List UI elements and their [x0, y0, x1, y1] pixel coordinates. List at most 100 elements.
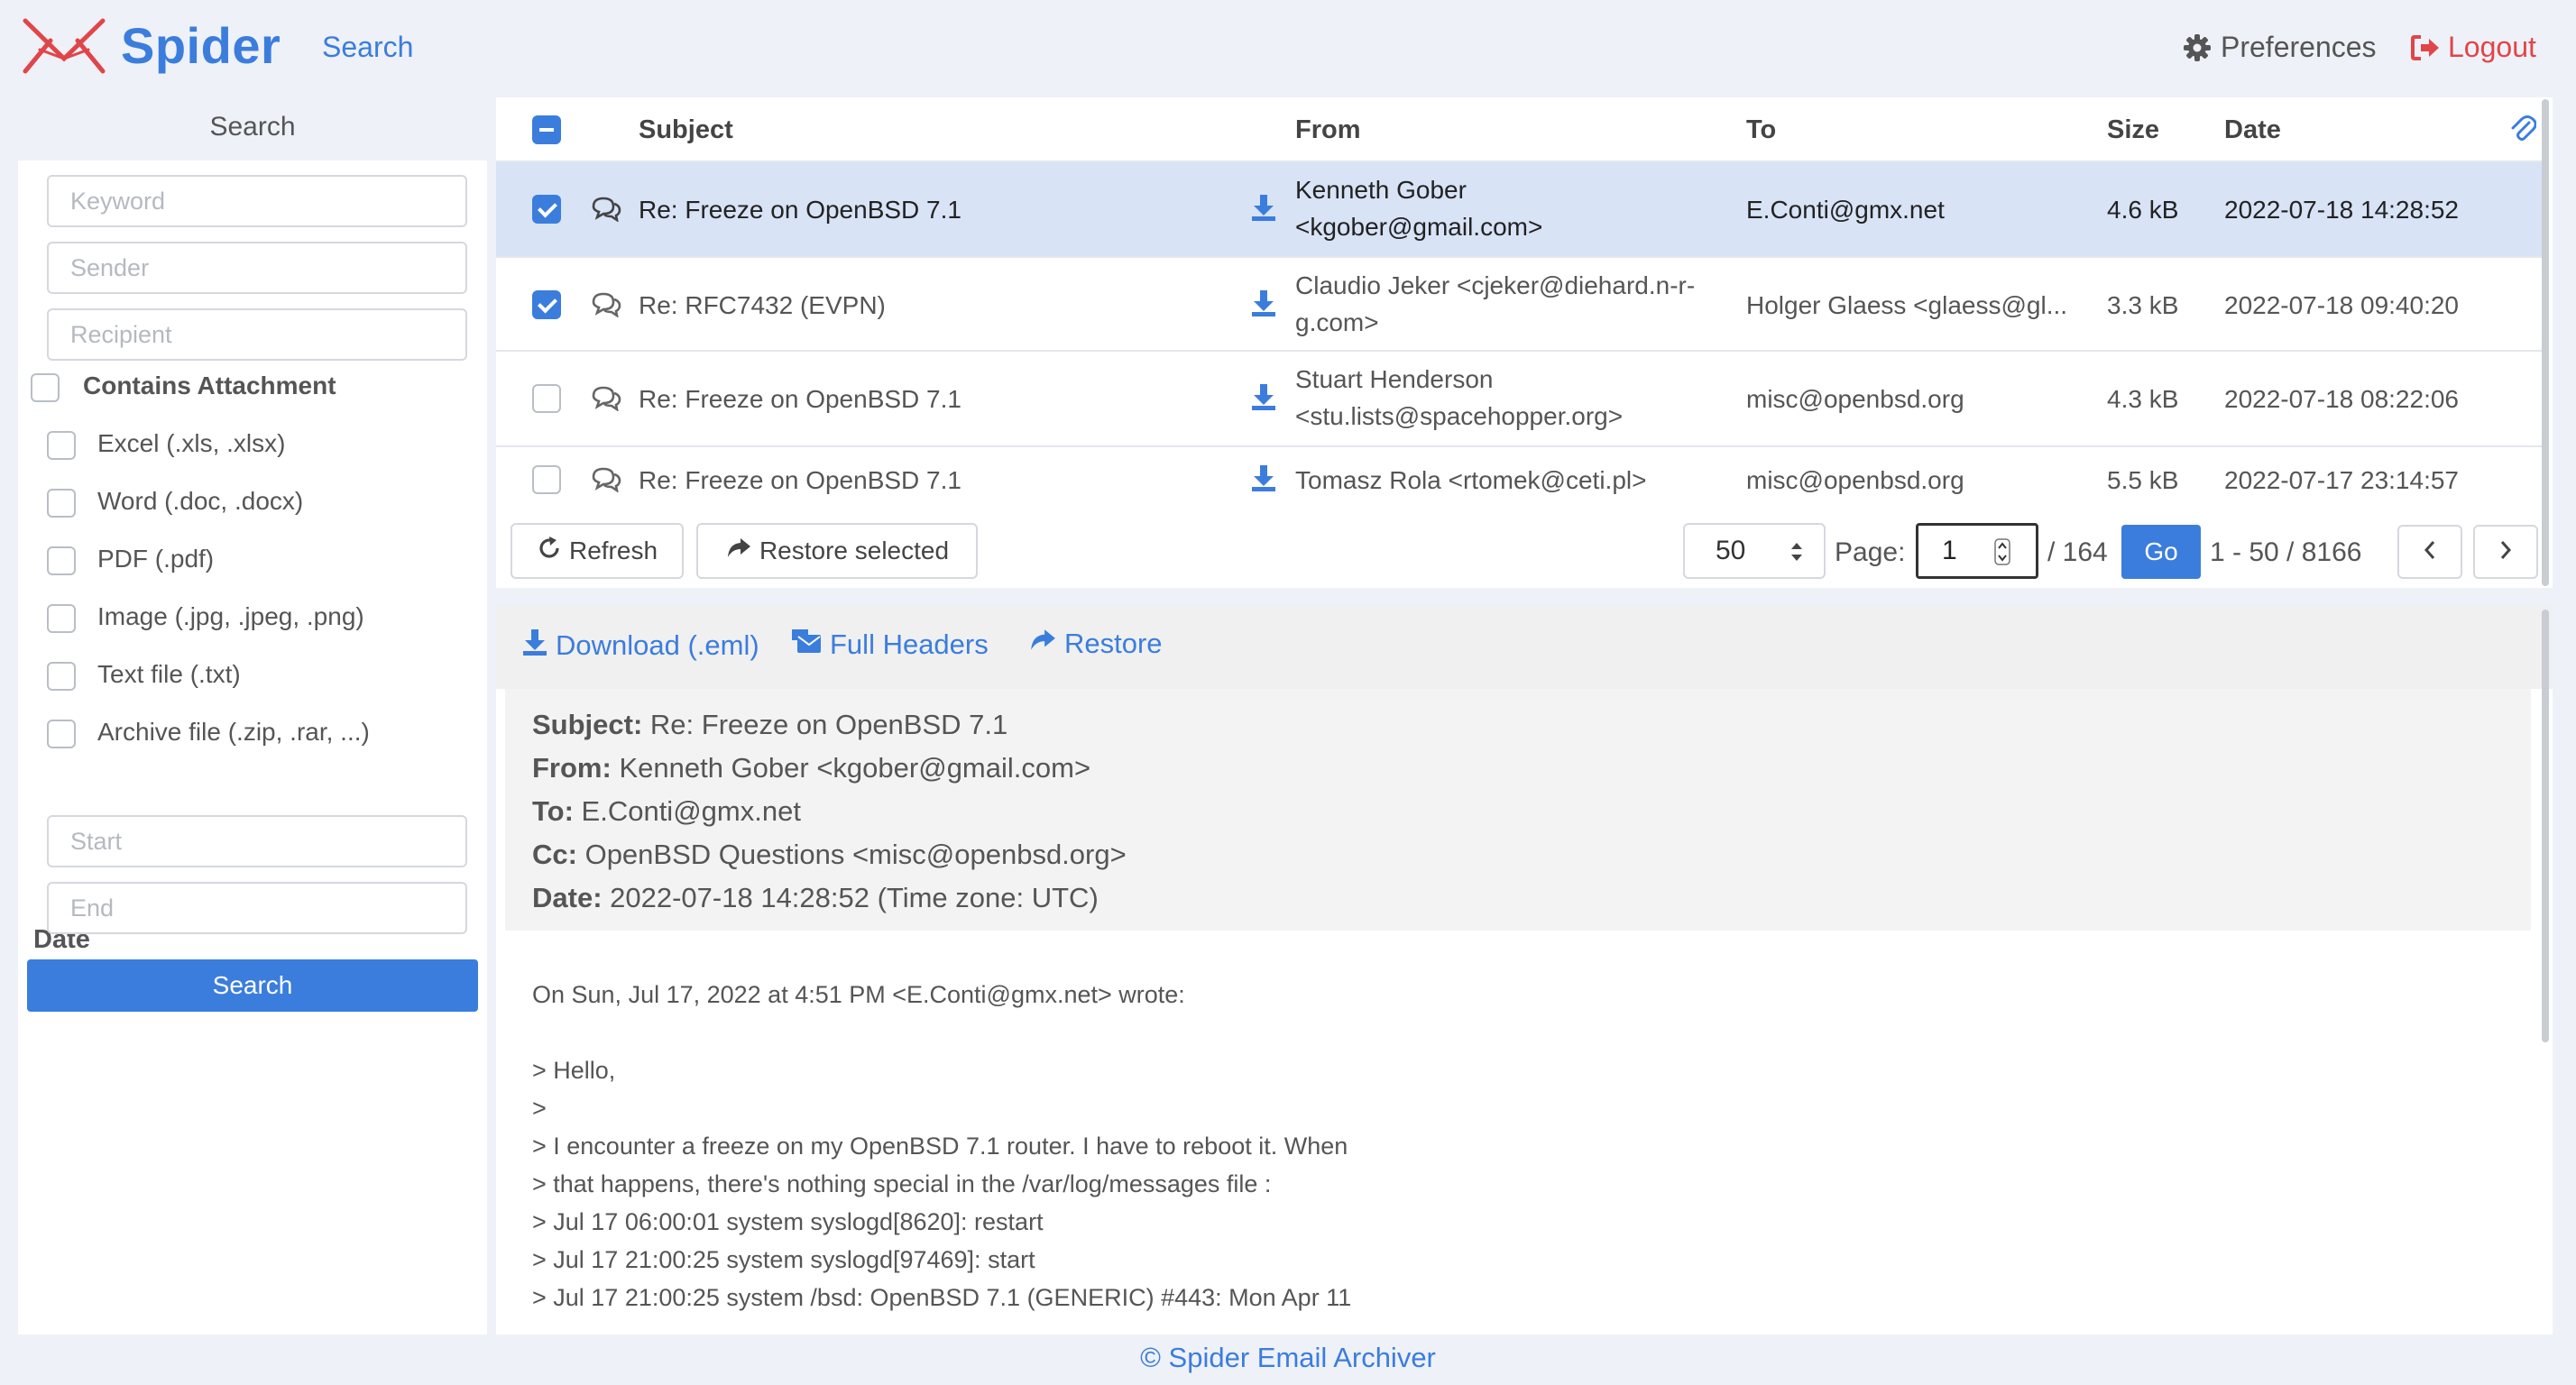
- end-date-input[interactable]: [47, 882, 467, 934]
- to-label: To:: [532, 795, 574, 827]
- to-value: E.Conti@gmx.net: [581, 795, 801, 827]
- nav-search-link[interactable]: Search: [322, 31, 413, 64]
- archive-file-checkbox[interactable]: [47, 720, 76, 748]
- subject-label: Subject:: [532, 709, 643, 740]
- message-list: Subject From To Size Date Re: Freeze on …: [496, 97, 2553, 588]
- preferences-label: Preferences: [2221, 31, 2377, 63]
- download-eml-label: Download (.eml): [556, 629, 759, 661]
- word-label: Word (.doc, .docx): [97, 487, 304, 515]
- next-page-button[interactable]: [2473, 525, 2538, 579]
- paperclip-icon[interactable]: [2509, 114, 2537, 149]
- contains-attachment-checkbox[interactable]: [31, 373, 60, 402]
- row-from-email: g.com>: [1295, 308, 1379, 336]
- download-icon[interactable]: [1250, 463, 1277, 497]
- download-icon[interactable]: [1250, 382, 1277, 416]
- row-size: 3.3 kB: [2107, 291, 2179, 319]
- page-total: / 164: [2047, 537, 2108, 567]
- table-row[interactable]: Re: Freeze on OpenBSD 7.1 Kenneth Gober …: [496, 161, 2544, 256]
- column-subject[interactable]: Subject: [639, 115, 733, 145]
- row-checkbox[interactable]: [532, 195, 561, 224]
- row-checkbox[interactable]: [532, 465, 561, 494]
- per-page-value: 50: [1716, 536, 1746, 565]
- keyword-input[interactable]: [47, 175, 467, 227]
- excel-label: Excel (.xls, .xlsx): [97, 429, 286, 457]
- text-file-label: Text file (.txt): [97, 660, 241, 688]
- preferences-link[interactable]: Preferences: [2183, 31, 2377, 64]
- app-name: Spider: [121, 17, 281, 74]
- result-range: 1 - 50 / 8166: [2210, 537, 2362, 567]
- sender-input[interactable]: [47, 242, 467, 294]
- header-to: To: E.Conti@gmx.net: [532, 795, 801, 828]
- refresh-icon: [537, 536, 562, 567]
- download-eml-link[interactable]: Download (.eml): [521, 628, 759, 664]
- full-headers-label: Full Headers: [830, 628, 989, 660]
- page-number-input[interactable]: 1: [1916, 523, 2038, 579]
- logout-link[interactable]: Logout: [2410, 31, 2536, 64]
- share-arrow-icon: [725, 537, 752, 566]
- row-date: 2022-07-18 08:22:06: [2224, 385, 2459, 413]
- column-date[interactable]: Date: [2224, 115, 2281, 145]
- table-row[interactable]: Re: Freeze on OpenBSD 7.1 Tomasz Rola <r…: [496, 445, 2544, 514]
- previous-page-button[interactable]: [2397, 525, 2462, 579]
- conversation-icon: [590, 465, 622, 497]
- row-from-name: Tomasz Rola <rtomek@ceti.pl>: [1295, 466, 1647, 494]
- page-label: Page:: [1835, 537, 1906, 567]
- restore-selected-button[interactable]: Restore selected: [696, 523, 978, 579]
- share-arrow-icon: [1028, 628, 1057, 660]
- message-detail: Download (.eml) Full Headers Restore Sub…: [496, 606, 2553, 1335]
- pdf-checkbox[interactable]: [47, 546, 76, 575]
- spinner-icon[interactable]: [1994, 538, 2010, 573]
- chevron-right-icon: [2498, 539, 2513, 565]
- go-button[interactable]: Go: [2121, 525, 2201, 579]
- row-checkbox[interactable]: [532, 290, 561, 319]
- select-all-checkbox[interactable]: [532, 115, 561, 144]
- row-from: Claudio Jeker <cjeker@diehard.n-r- g.com…: [1295, 267, 1746, 341]
- header-date: Date: 2022-07-18 14:28:52 (Time zone: UT…: [532, 882, 1099, 914]
- from-value: Kenneth Gober <kgober@gmail.com>: [619, 752, 1091, 784]
- table-row[interactable]: Re: Freeze on OpenBSD 7.1 Stuart Henders…: [496, 350, 2544, 445]
- message-body: On Sun, Jul 17, 2022 at 4:51 PM <E.Conti…: [532, 981, 1352, 1311]
- row-size: 5.5 kB: [2107, 466, 2179, 494]
- per-page-select[interactable]: 50: [1683, 523, 1826, 579]
- text-file-checkbox[interactable]: [47, 662, 76, 691]
- spider-logo-icon: [23, 18, 106, 73]
- list-scrollbar[interactable]: [2542, 99, 2549, 586]
- search-button[interactable]: Search: [27, 959, 478, 1012]
- archive-file-label: Archive file (.zip, .rar, ...): [97, 718, 370, 746]
- download-icon[interactable]: [1250, 289, 1277, 322]
- recipient-input[interactable]: [47, 308, 467, 361]
- select-arrows-icon: [1789, 539, 1804, 572]
- image-label: Image (.jpg, .jpeg, .png): [97, 602, 364, 630]
- image-checkbox[interactable]: [47, 604, 76, 633]
- app-logo[interactable]: Spider: [22, 16, 281, 75]
- row-from-name: Claudio Jeker <cjeker@diehard.n-r-: [1295, 271, 1696, 299]
- detail-scrollbar[interactable]: [2542, 610, 2549, 1042]
- row-from: Kenneth Gober <kgober@gmail.com>: [1295, 171, 1746, 245]
- row-checkbox[interactable]: [532, 384, 561, 413]
- full-headers-link[interactable]: Full Headers: [790, 628, 989, 662]
- row-from-name: Stuart Henderson: [1295, 365, 1494, 393]
- column-size[interactable]: Size: [2107, 115, 2159, 145]
- sidebar-title: Search: [209, 112, 296, 142]
- start-date-input[interactable]: [47, 815, 467, 867]
- restore-link[interactable]: Restore: [1028, 628, 1163, 660]
- excel-checkbox[interactable]: [47, 431, 76, 460]
- conversation-icon: [590, 384, 622, 416]
- column-from[interactable]: From: [1295, 115, 1361, 145]
- message-headers: Subject: Re: Freeze on OpenBSD 7.1 From:…: [505, 689, 2531, 931]
- gear-icon: [2183, 33, 2212, 62]
- table-row[interactable]: Re: RFC7432 (EVPN) Claudio Jeker <cjeker…: [496, 256, 2544, 350]
- word-checkbox[interactable]: [47, 489, 76, 518]
- conversation-icon: [590, 290, 622, 322]
- footer-credit[interactable]: © Spider Email Archiver: [0, 1342, 2576, 1374]
- download-icon[interactable]: [1250, 193, 1277, 226]
- row-size: 4.3 kB: [2107, 385, 2179, 413]
- date-label: Date:: [532, 882, 603, 913]
- header-cc: Cc: OpenBSD Questions <misc@openbsd.org>: [532, 839, 1127, 871]
- header-from: From: Kenneth Gober <kgober@gmail.com>: [532, 752, 1090, 784]
- row-from: Tomasz Rola <rtomek@ceti.pl>: [1295, 462, 1746, 499]
- logout-label: Logout: [2448, 31, 2536, 63]
- refresh-button[interactable]: Refresh: [511, 523, 684, 579]
- column-to[interactable]: To: [1746, 115, 1776, 145]
- pdf-label: PDF (.pdf): [97, 545, 215, 573]
